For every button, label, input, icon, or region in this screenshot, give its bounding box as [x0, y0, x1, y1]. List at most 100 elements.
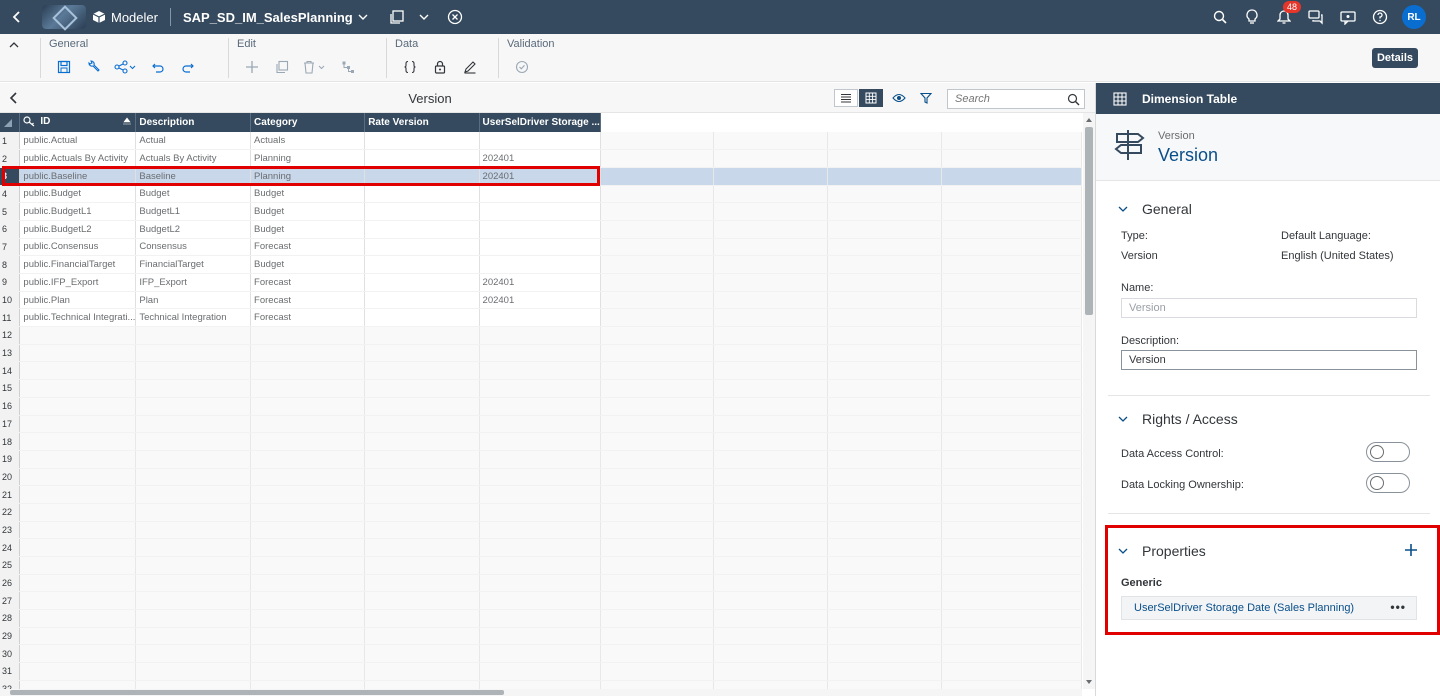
empty-cell[interactable]	[941, 238, 1082, 257]
hierarchy-button[interactable]	[333, 56, 363, 78]
table-cell[interactable]: public.Technical Integrati...	[19, 308, 137, 328]
table-cell[interactable]: Consensus	[135, 238, 252, 257]
empty-cell[interactable]	[713, 291, 829, 310]
empty-cell[interactable]	[600, 220, 715, 239]
table-cell[interactable]: 202401	[479, 291, 601, 310]
notifications-button[interactable]: 48	[1268, 0, 1302, 34]
table-cell[interactable]	[479, 220, 601, 239]
table-cell[interactable]: IFP_Export	[135, 273, 252, 292]
lock-button[interactable]	[425, 56, 455, 78]
table-row[interactable]: 9 public.IFP_Export IFP_Export Forecast 2024…	[0, 273, 1082, 292]
table-cell[interactable]: 202401	[479, 149, 601, 168]
empty-cell[interactable]	[827, 273, 942, 292]
model-title-dropdown[interactable]	[353, 0, 373, 34]
search-icon[interactable]	[1067, 93, 1080, 106]
model-title[interactable]: SAP_SD_IM_SalesPlanning	[183, 10, 353, 25]
empty-cell[interactable]	[827, 149, 942, 168]
table-cell[interactable]	[364, 132, 480, 151]
table-cell[interactable]	[479, 185, 601, 204]
list-view-button[interactable]	[834, 89, 858, 107]
table-cell[interactable]: Forecast	[250, 273, 366, 292]
details-button[interactable]: Details	[1372, 48, 1418, 68]
table-cell[interactable]	[364, 167, 480, 186]
column-header-rate-version[interactable]: Rate Version	[364, 113, 480, 132]
empty-cell[interactable]	[713, 185, 829, 204]
table-cell[interactable]	[364, 291, 480, 310]
table-cell[interactable]: public.FinancialTarget	[19, 255, 137, 274]
table-cell[interactable]: Planning	[250, 149, 366, 168]
discussions-button[interactable]	[1300, 0, 1332, 34]
empty-cell[interactable]	[600, 202, 715, 221]
table-cell[interactable]: Budget	[250, 185, 366, 204]
empty-cell[interactable]	[600, 167, 715, 186]
table-cell[interactable]: Budget	[250, 255, 366, 274]
scrollbar-thumb[interactable]	[1085, 127, 1093, 315]
table-cell[interactable]: Planning	[250, 167, 366, 186]
save-button[interactable]	[49, 56, 79, 78]
vertical-scrollbar[interactable]	[1083, 113, 1095, 689]
more-options-icon[interactable]: •••	[1390, 600, 1406, 614]
table-row[interactable]: 11 public.Technical Integrati... Technical…	[0, 308, 1082, 328]
empty-cell[interactable]	[827, 291, 942, 310]
empty-cell[interactable]	[941, 308, 1082, 328]
table-cell[interactable]: Budget	[135, 185, 252, 204]
grid-search[interactable]	[947, 89, 1085, 109]
table-cell[interactable]: FinancialTarget	[135, 255, 252, 274]
table-row[interactable]: 3 public.Baseline Baseline Planning 202401	[0, 167, 1082, 186]
table-cell[interactable]	[364, 202, 480, 221]
table-cell[interactable]	[479, 238, 601, 257]
edit-button[interactable]	[455, 56, 485, 78]
column-header-userseldriver-storage[interactable]: UserSelDriver Storage ...	[479, 113, 601, 132]
empty-cell[interactable]	[941, 167, 1082, 186]
table-row[interactable]: 4 public.Budget Budget Budget	[0, 185, 1082, 204]
table-cell[interactable]: Plan	[135, 291, 252, 310]
preferences-button[interactable]	[79, 56, 109, 78]
table-row[interactable]: 1 public.Actual Actual Actuals	[0, 132, 1082, 151]
table-cell[interactable]: BudgetL2	[135, 220, 252, 239]
empty-cell[interactable]	[827, 220, 942, 239]
redo-button[interactable]	[173, 56, 203, 78]
empty-cell[interactable]	[941, 202, 1082, 221]
empty-cell[interactable]	[827, 185, 942, 204]
empty-cell[interactable]	[600, 308, 715, 328]
empty-cell[interactable]	[827, 167, 942, 186]
rights-section-toggle[interactable]: Rights / Access	[1118, 411, 1238, 427]
copy-dropdown[interactable]	[413, 0, 435, 34]
table-cell[interactable]: public.Actual	[19, 132, 137, 151]
horizontal-scrollbar[interactable]	[0, 689, 1082, 696]
table-cell[interactable]: 202401	[479, 273, 601, 292]
empty-cell[interactable]	[941, 149, 1082, 168]
empty-cell[interactable]	[827, 132, 942, 151]
table-cell[interactable]	[479, 255, 601, 274]
table-cell[interactable]: Budget	[250, 202, 366, 221]
table-cell[interactable]	[479, 132, 601, 151]
table-cell[interactable]	[364, 308, 480, 328]
table-cell[interactable]: 202401	[479, 167, 601, 186]
table-cell[interactable]	[364, 273, 480, 292]
table-cell[interactable]: Forecast	[250, 291, 366, 310]
empty-cell[interactable]	[941, 291, 1082, 310]
empty-cell[interactable]	[713, 202, 829, 221]
empty-cell[interactable]	[827, 202, 942, 221]
copy-button[interactable]	[381, 0, 413, 34]
back-button[interactable]	[0, 0, 34, 34]
table-cell[interactable]: public.BudgetL1	[19, 202, 137, 221]
add-member-button[interactable]	[237, 56, 267, 78]
table-cell[interactable]: BudgetL1	[135, 202, 252, 221]
table-cell[interactable]: Technical Integration	[135, 308, 252, 328]
empty-cell[interactable]	[713, 238, 829, 257]
empty-cell[interactable]	[600, 238, 715, 257]
app-logo[interactable]	[42, 5, 86, 29]
table-cell[interactable]: Budget	[250, 220, 366, 239]
table-cell[interactable]	[479, 202, 601, 221]
table-row[interactable]: 2 public.Actuals By Activity Actuals By Ac…	[0, 149, 1082, 168]
validate-button[interactable]	[507, 56, 537, 78]
empty-cell[interactable]	[600, 291, 715, 310]
table-cell[interactable]: Forecast	[250, 238, 366, 257]
table-cell[interactable]: Actual	[135, 132, 252, 151]
table-cell[interactable]: Actuals	[250, 132, 366, 151]
empty-cell[interactable]	[713, 220, 829, 239]
close-model-button[interactable]	[439, 0, 471, 34]
empty-cell[interactable]	[941, 132, 1082, 151]
empty-cell[interactable]	[827, 255, 942, 274]
